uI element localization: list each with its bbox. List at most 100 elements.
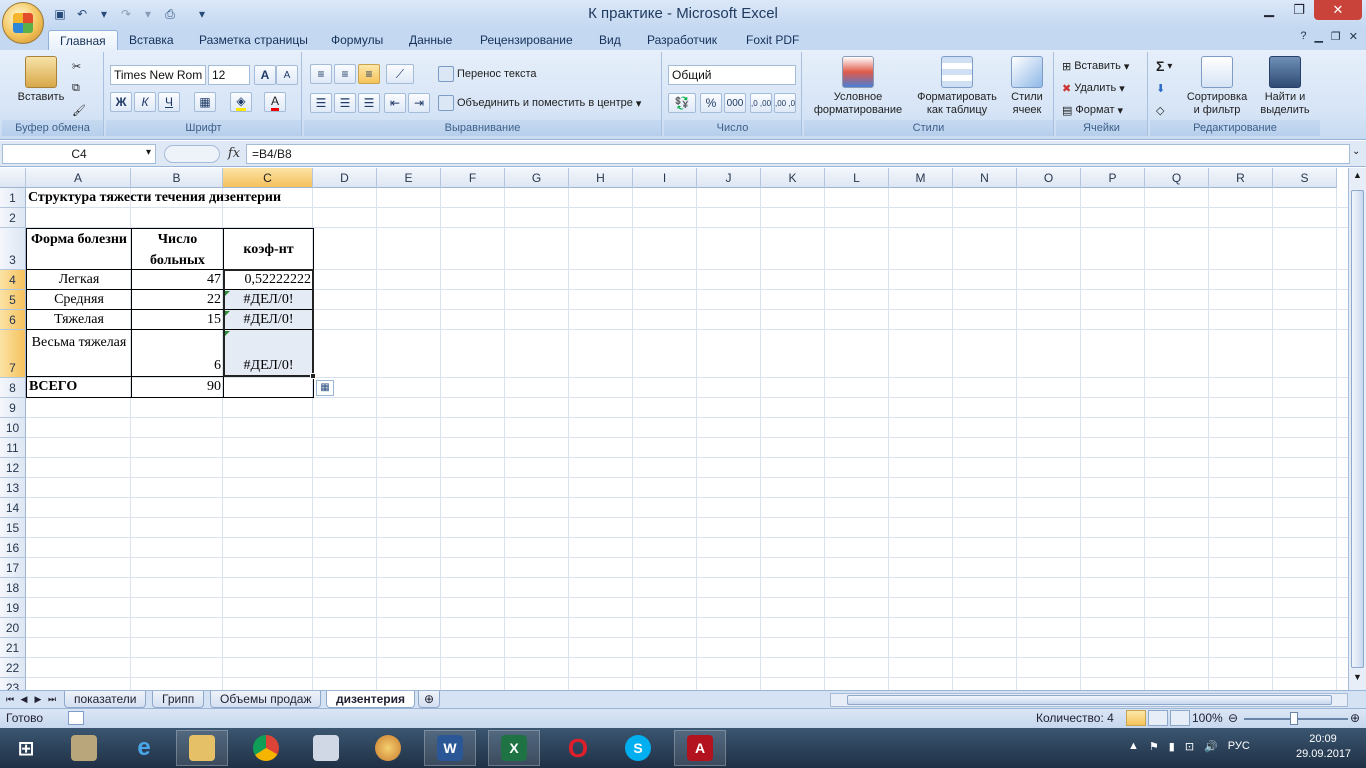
formula-bar-resize-handle[interactable] <box>164 145 220 163</box>
chevron-down-icon[interactable]: ▾ <box>138 5 158 23</box>
taskbar-app[interactable] <box>300 730 352 766</box>
flag-icon[interactable]: ⚑ <box>1149 740 1159 753</box>
font-size-field[interactable]: 12 <box>208 65 250 85</box>
keyboard-language[interactable]: РУС <box>1228 740 1250 753</box>
battery-icon[interactable]: ▮ <box>1169 740 1175 753</box>
row-header[interactable]: 6 <box>0 310 26 330</box>
column-header[interactable]: B <box>131 168 223 188</box>
increase-decimal-button[interactable]: ,0 ,00 <box>750 93 772 113</box>
tab-formulas[interactable]: Формулы <box>320 30 394 50</box>
chevron-down-icon[interactable]: ▾ <box>146 147 151 158</box>
sort-filter-button[interactable]: Сортировка и фильтр <box>1184 56 1250 117</box>
underline-button[interactable]: Ч <box>158 92 180 112</box>
fill-button[interactable]: ⬇ <box>1156 78 1165 98</box>
row-header[interactable]: 11 <box>0 438 26 458</box>
insert-function-button[interactable]: fx <box>224 144 244 164</box>
cell-a6[interactable]: Тяжелая <box>26 309 132 330</box>
taskbar-app[interactable] <box>58 730 110 766</box>
taskbar-app[interactable]: A <box>674 730 726 766</box>
office-button[interactable] <box>2 2 44 44</box>
taskbar-app[interactable]: W <box>424 730 476 766</box>
help-icon[interactable]: ? <box>1300 30 1306 43</box>
row-header[interactable]: 16 <box>0 538 26 558</box>
save-icon[interactable]: ▣ <box>50 5 70 23</box>
tab-page-layout[interactable]: Разметка страницы <box>188 30 319 50</box>
delete-cells-button[interactable]: ✖ Удалить ▾ <box>1062 78 1125 98</box>
vertical-scroll-thumb[interactable] <box>1351 190 1364 668</box>
column-header[interactable]: P <box>1081 168 1145 188</box>
column-header[interactable]: F <box>441 168 505 188</box>
close-icon[interactable]: ✕ <box>1349 30 1358 43</box>
tab-review[interactable]: Рецензирование <box>469 30 584 50</box>
find-select-button[interactable]: Найти и выделить <box>1254 56 1316 117</box>
column-header[interactable]: C <box>223 168 313 188</box>
tab-developer[interactable]: Разработчик <box>636 30 728 50</box>
tab-foxit-pdf[interactable]: Foxit PDF <box>735 30 810 50</box>
cell-a5[interactable]: Средняя <box>26 289 132 310</box>
normal-view-icon[interactable] <box>1126 710 1146 726</box>
column-header[interactable]: Q <box>1145 168 1209 188</box>
undo-icon[interactable]: ↶ <box>72 5 92 23</box>
row-header[interactable]: 10 <box>0 418 26 438</box>
row-header[interactable]: 12 <box>0 458 26 478</box>
copy-button[interactable]: ⧉ <box>72 78 80 98</box>
name-box[interactable]: C4 <box>2 144 156 164</box>
zoom-slider-thumb[interactable] <box>1290 712 1298 725</box>
customize-qat-icon[interactable]: ▾ <box>192 5 212 23</box>
row-header[interactable]: 8 <box>0 378 26 398</box>
currency-button[interactable]: 💱 <box>668 93 696 113</box>
conditional-formatting-button[interactable]: Условное форматирование <box>806 56 910 117</box>
taskbar-app[interactable]: X <box>488 730 540 766</box>
row-header[interactable]: 3 <box>0 228 26 270</box>
increase-indent-button[interactable]: ⇥ <box>408 93 430 113</box>
align-left-button[interactable]: ☰ <box>310 93 332 113</box>
sheet-tab[interactable]: Грипп <box>152 691 205 708</box>
row-header[interactable]: 17 <box>0 558 26 578</box>
row-header[interactable]: 18 <box>0 578 26 598</box>
cell-c3[interactable]: коэф-нт <box>223 228 314 270</box>
restore-icon[interactable]: ❐ <box>1331 30 1341 43</box>
start-button[interactable]: ⊞ <box>0 730 52 766</box>
cut-button[interactable]: ✂ <box>72 56 81 76</box>
scroll-up-icon[interactable]: ▲ <box>1351 170 1364 186</box>
close-icon[interactable]: ✕ <box>1314 0 1362 20</box>
column-header[interactable]: A <box>26 168 131 188</box>
redo-icon[interactable]: ↷ <box>116 5 136 23</box>
autofill-options-icon[interactable]: ▦ <box>316 380 334 396</box>
cell-a7[interactable]: Весьма тяжелая <box>26 329 132 377</box>
merge-center-button[interactable]: Объединить и поместить в центре ▾ <box>438 93 641 113</box>
percent-button[interactable]: % <box>700 93 722 113</box>
cell-a3[interactable]: Форма болезни <box>26 228 132 270</box>
thousands-button[interactable]: 000 <box>724 93 746 113</box>
cell-b4[interactable]: 47 <box>131 269 224 290</box>
taskbar-app[interactable]: S <box>612 730 664 766</box>
format-as-table-button[interactable]: Форматировать как таблицу <box>912 56 1002 117</box>
horizontal-scroll-thumb[interactable] <box>847 695 1332 705</box>
row-header[interactable]: 4 <box>0 270 26 290</box>
macro-record-icon[interactable] <box>68 711 84 725</box>
scroll-down-icon[interactable]: ▼ <box>1351 672 1364 688</box>
bold-button[interactable]: Ж <box>110 92 132 112</box>
formula-input[interactable]: =B4/B8 <box>246 144 1350 164</box>
row-header[interactable]: 14 <box>0 498 26 518</box>
row-header[interactable]: 15 <box>0 518 26 538</box>
decrease-indent-button[interactable]: ⇤ <box>384 93 406 113</box>
paste-button[interactable]: Вставить <box>10 56 72 104</box>
network-icon[interactable]: ⊡ <box>1185 740 1194 753</box>
cell-b8[interactable]: 90 <box>131 376 224 398</box>
row-header[interactable]: 2 <box>0 208 26 228</box>
cell-c4[interactable]: 0,52222222 <box>223 269 314 290</box>
align-middle-button[interactable]: ≡ <box>334 64 356 84</box>
column-header[interactable]: N <box>953 168 1017 188</box>
align-top-button[interactable]: ≡ <box>310 64 332 84</box>
taskbar-app[interactable] <box>362 730 414 766</box>
column-header[interactable]: O <box>1017 168 1081 188</box>
page-layout-view-icon[interactable] <box>1148 710 1168 726</box>
fill-color-button[interactable]: ◈ <box>230 92 252 112</box>
column-header[interactable]: J <box>697 168 761 188</box>
row-header[interactable]: 5 <box>0 290 26 310</box>
zoom-in-icon[interactable]: ⊕ <box>1350 711 1360 725</box>
cell-c5[interactable]: #ДЕЛ/0! <box>223 289 314 310</box>
column-header[interactable]: D <box>313 168 377 188</box>
chevron-down-icon[interactable]: ▾ <box>94 5 114 23</box>
